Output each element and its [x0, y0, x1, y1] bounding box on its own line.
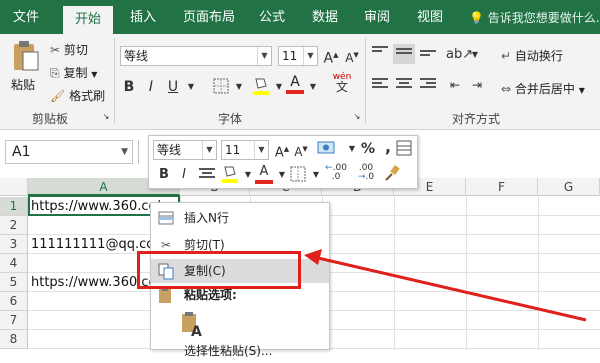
annotation-arrow — [304, 249, 587, 322]
